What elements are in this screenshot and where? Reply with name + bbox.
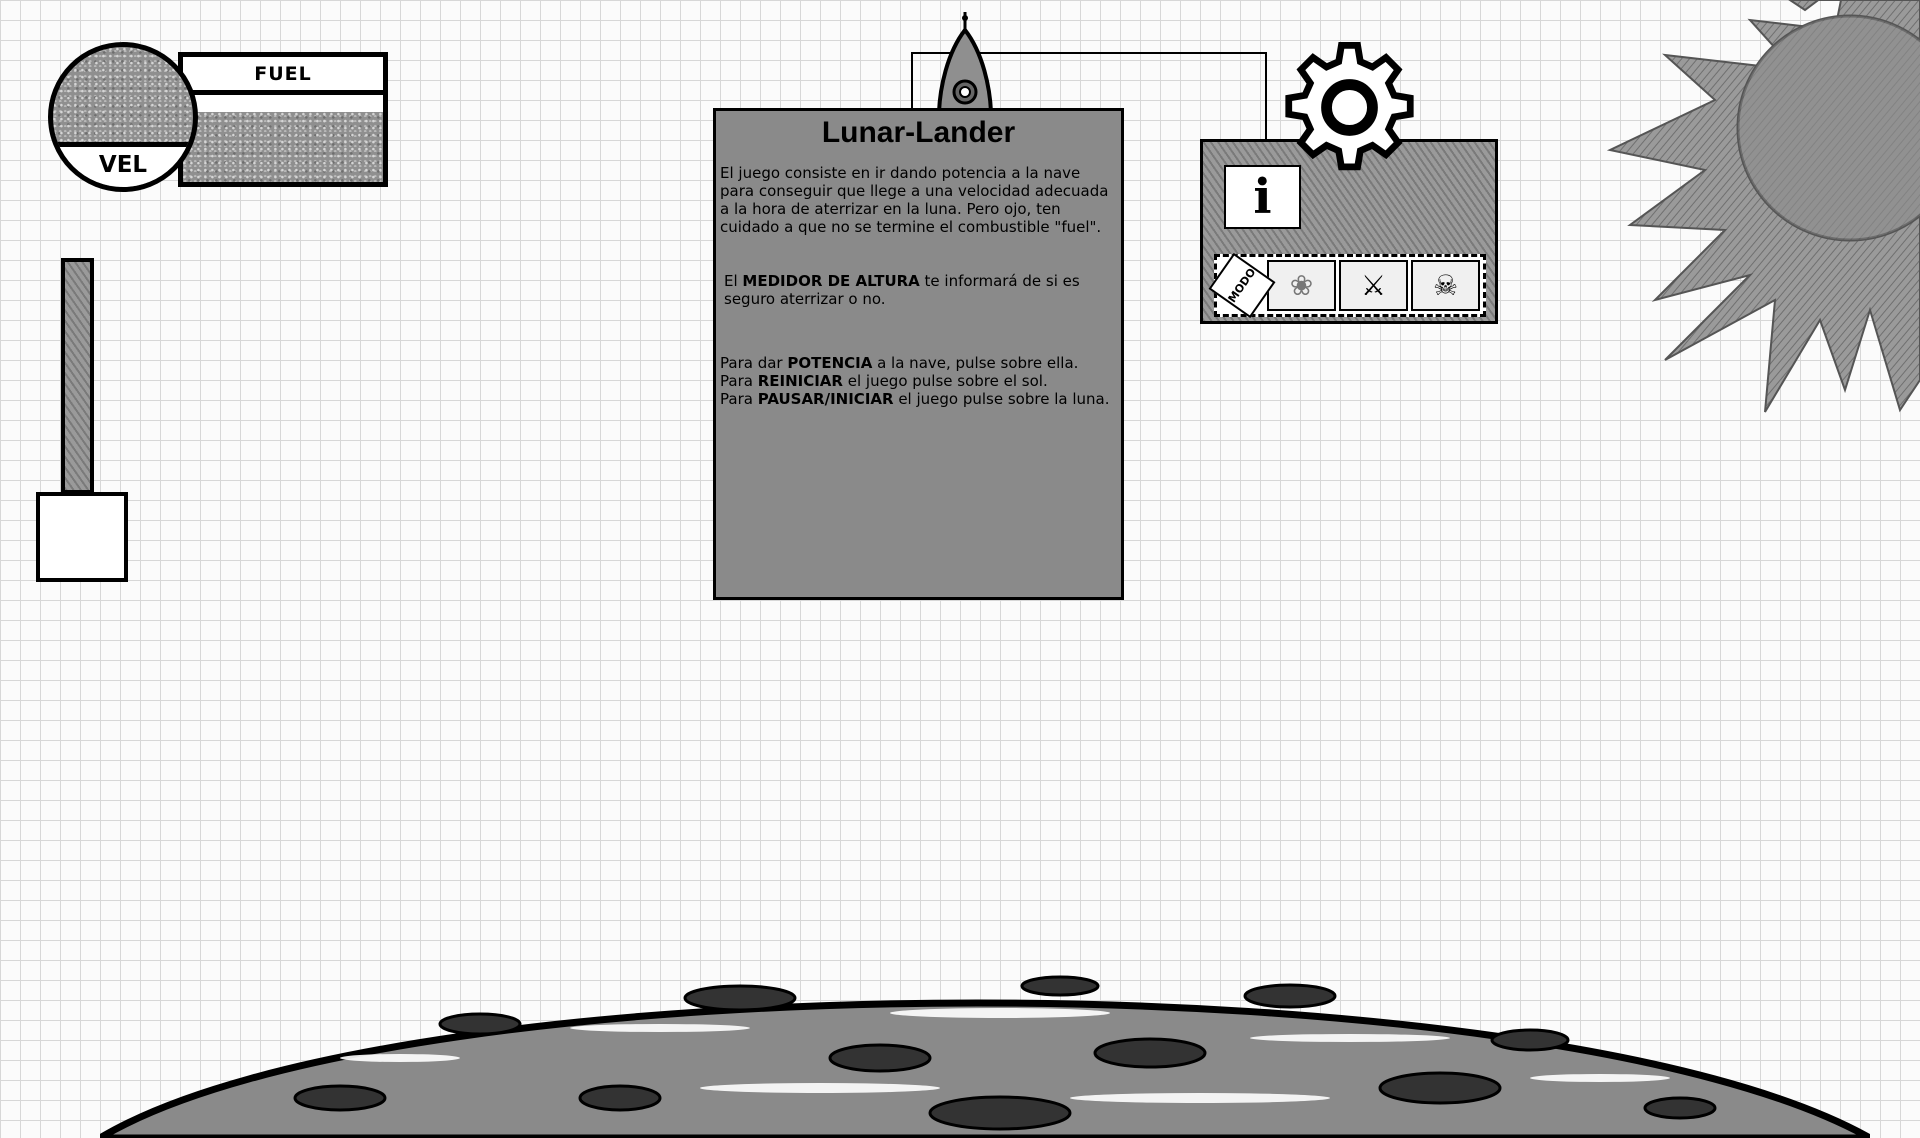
power-instruction: Para dar POTENCIA a la nave, pulse sobre… bbox=[720, 354, 1117, 372]
altimeter-text-prefix: El bbox=[724, 272, 743, 290]
instructions-panel: Lunar-Lander El juego consiste en ir dan… bbox=[713, 108, 1124, 600]
intro-text: El juego consiste en ir dando potencia a… bbox=[720, 164, 1109, 236]
pause-instruction-prefix: Para bbox=[720, 390, 758, 408]
restart-instruction-bold: REINICIAR bbox=[757, 372, 843, 390]
fuel-label: FUEL bbox=[183, 57, 383, 95]
velocity-label-area: VEL bbox=[53, 147, 193, 187]
power-instruction-suffix: a la nave, pulse sobre ella. bbox=[872, 354, 1079, 372]
mode-hard-button[interactable]: ☠ bbox=[1411, 260, 1480, 311]
mode-easy-button[interactable]: ❀ bbox=[1267, 260, 1336, 311]
pause-instruction: Para PAUSAR/INICIAR el juego pulse sobre… bbox=[720, 390, 1117, 408]
restart-instruction-suffix: el juego pulse sobre el sol. bbox=[842, 372, 1048, 390]
altitude-meter-bar bbox=[61, 258, 94, 494]
gear-icon[interactable] bbox=[1282, 40, 1417, 175]
info-icon: i bbox=[1253, 169, 1272, 225]
moon[interactable] bbox=[100, 938, 1870, 1138]
velocity-gauge: VEL bbox=[48, 42, 198, 192]
crossed-swords-icon: ⚔ bbox=[1360, 269, 1387, 302]
panel-title: Lunar-Lander bbox=[821, 116, 1016, 149]
power-instruction-bold: POTENCIA bbox=[787, 354, 873, 372]
flower-icon: ❀ bbox=[1289, 269, 1314, 302]
hud: FUEL VEL bbox=[48, 42, 388, 192]
pause-instruction-bold: PAUSAR/INICIAR bbox=[757, 390, 894, 408]
fuel-gauge: FUEL bbox=[178, 52, 388, 187]
mode-normal-button[interactable]: ⚔ bbox=[1339, 260, 1408, 311]
skull-crossbones-icon: ☠ bbox=[1432, 269, 1459, 302]
pause-instruction-suffix: el juego pulse sobre la luna. bbox=[893, 390, 1110, 408]
velocity-label: VEL bbox=[98, 152, 148, 178]
restart-instruction-prefix: Para bbox=[720, 372, 758, 390]
mode-label: MODO bbox=[1208, 252, 1276, 319]
mode-selector: MODO ❀ ⚔ ☠ bbox=[1208, 252, 1486, 319]
altimeter-text-bold: MEDIDOR DE ALTURA bbox=[742, 272, 920, 290]
info-button[interactable]: i bbox=[1224, 165, 1301, 229]
fuel-level-fill bbox=[183, 112, 383, 182]
altimeter-text: El MEDIDOR DE ALTURA te informará de si … bbox=[724, 272, 1117, 308]
sun[interactable] bbox=[1605, 0, 1920, 420]
power-instruction-prefix: Para dar bbox=[720, 354, 788, 372]
lander-ship[interactable] bbox=[925, 8, 1005, 112]
restart-instruction: Para REINICIAR el juego pulse sobre el s… bbox=[720, 372, 1117, 390]
altitude-meter-box bbox=[36, 492, 128, 582]
